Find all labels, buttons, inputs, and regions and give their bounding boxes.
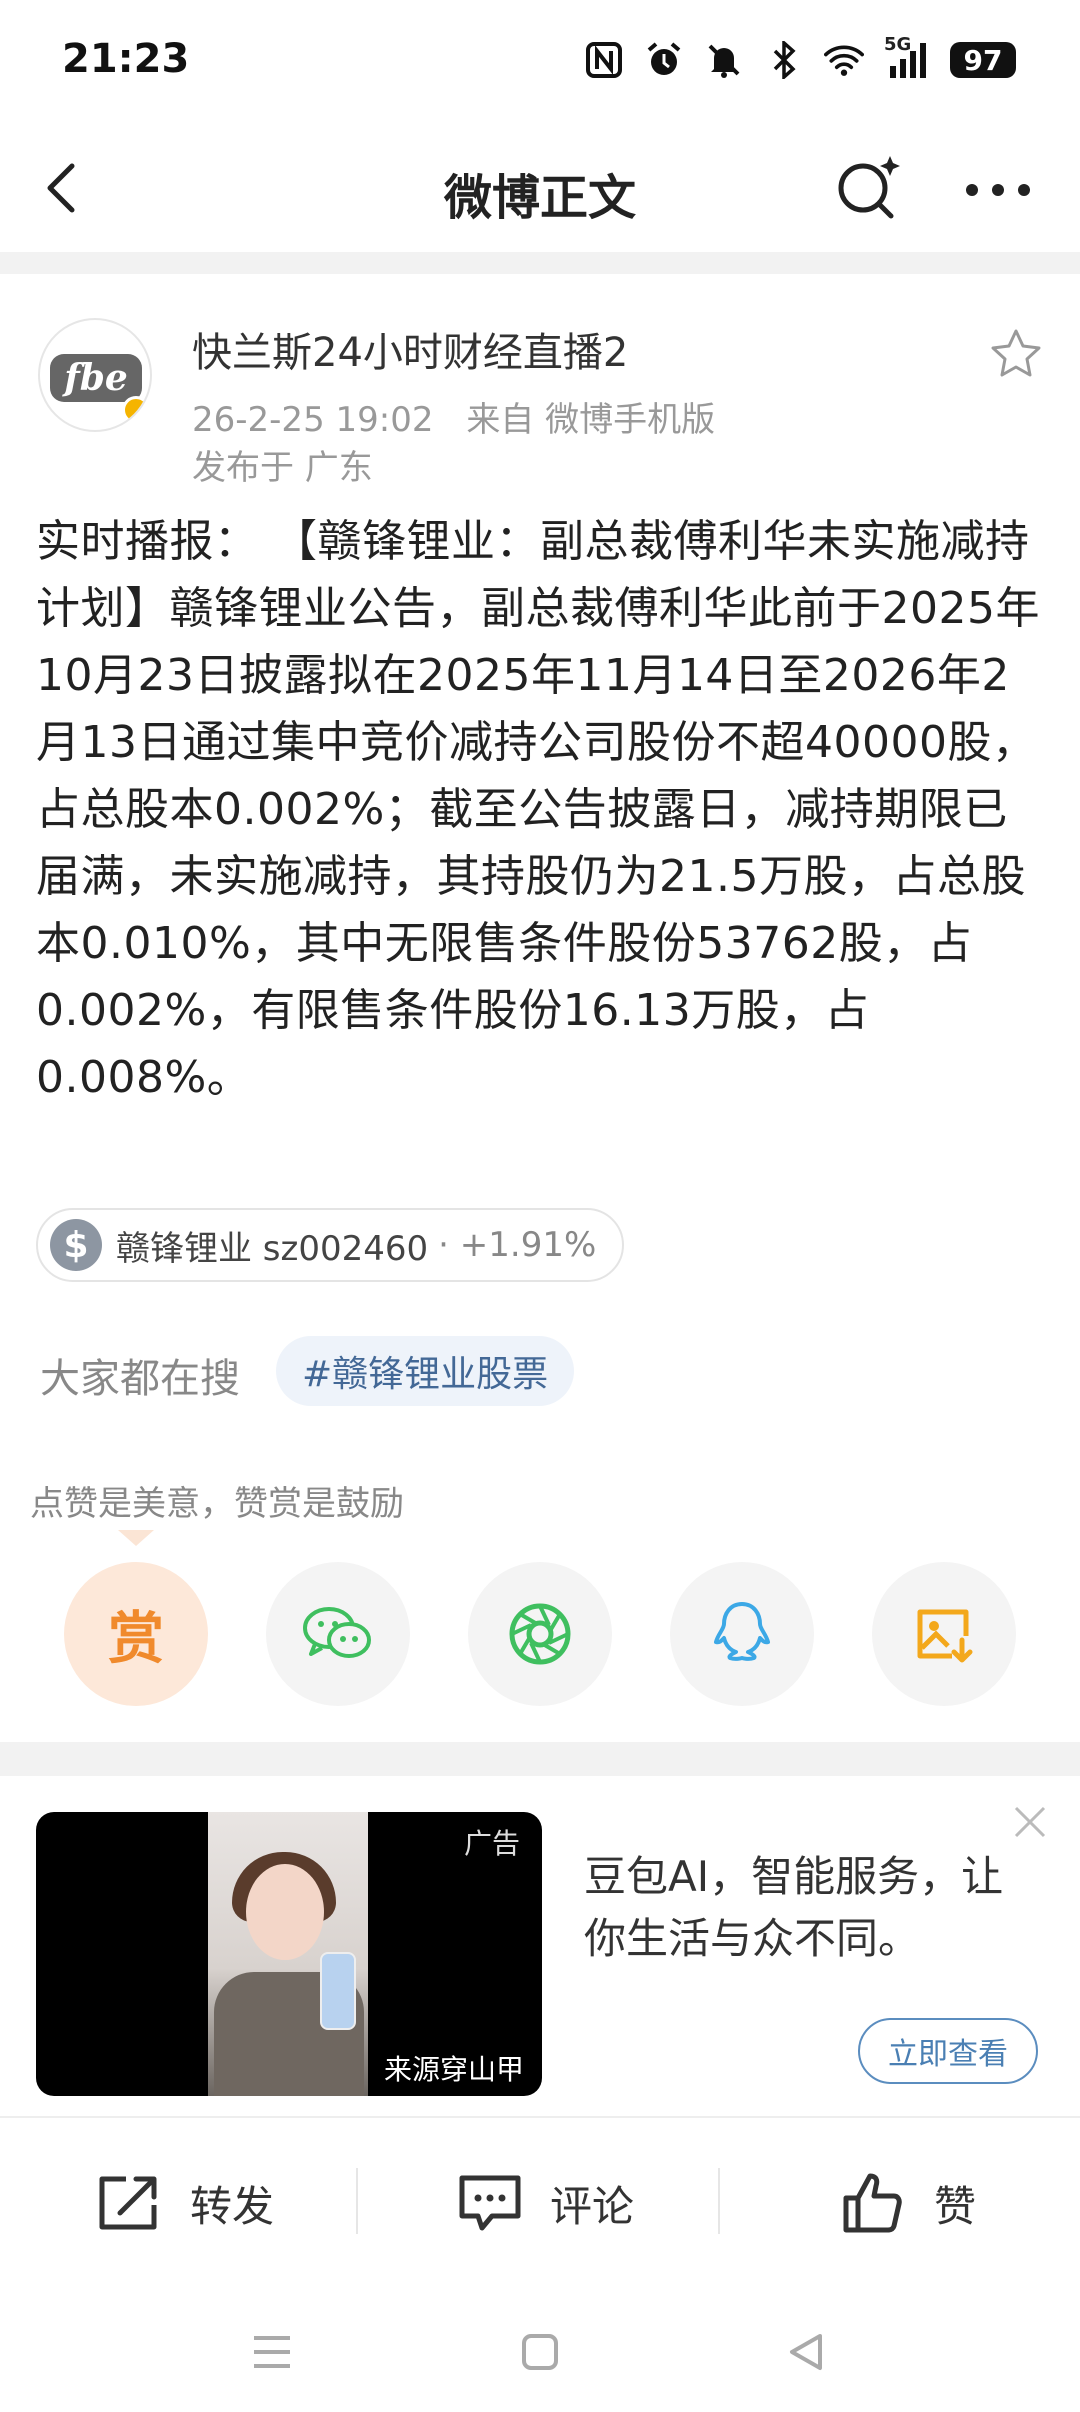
system-nav-bar: [0, 2284, 1080, 2412]
nav-bar: 微博正文: [0, 120, 1080, 252]
ad-photo-phone: [320, 1952, 356, 2030]
ad-image[interactable]: 广告 来源穿山甲: [36, 1812, 542, 2096]
wechat-icon: [303, 1607, 371, 1658]
ad-cta-button[interactable]: 立即查看: [858, 2018, 1038, 2084]
action-bar: 转发 评论 赞: [0, 2116, 1080, 2284]
bluetooth-icon: [764, 40, 804, 80]
status-bar: 21:23 5G 97: [0, 0, 1080, 120]
stock-name: 赣锋锂业 sz002460: [116, 1228, 429, 1269]
favorite-star-icon[interactable]: [988, 326, 1044, 382]
moments-aperture-icon: [509, 1603, 571, 1665]
ad-photo-face: [246, 1864, 324, 1960]
comment-icon: [459, 2175, 521, 2231]
verified-badge-icon: [122, 396, 150, 424]
ad-text[interactable]: 豆包AI，智能服务，让你生活与众不同。: [584, 1846, 1044, 1970]
qq-penguin-icon: [714, 1602, 770, 1661]
page-title: 微博正文: [443, 170, 636, 226]
network-type-label: 5G: [884, 34, 912, 55]
reward-label: 赏: [108, 1606, 164, 1672]
recent-apps-icon[interactable]: [242, 2322, 302, 2382]
home-icon[interactable]: [510, 2322, 570, 2382]
repost-label: 转发: [190, 2181, 275, 2231]
author-avatar[interactable]: fbe: [38, 318, 152, 432]
reward-tip: 点赞是美意，赞赏是鼓励: [30, 1484, 404, 1524]
save-image-icon: [917, 1609, 973, 1663]
nfc-icon: [584, 40, 624, 80]
share-wechat-button[interactable]: [266, 1562, 410, 1706]
stock-chip[interactable]: $ 赣锋锂业 sz002460 · +1.91%: [36, 1208, 625, 1282]
search-sparkle-icon[interactable]: [830, 150, 906, 226]
share-qq-button[interactable]: [670, 1562, 814, 1706]
back-nav-icon[interactable]: [776, 2322, 836, 2382]
action-separator: [356, 2168, 358, 2234]
hot-search-label: 大家都在搜: [40, 1356, 240, 1402]
comment-label: 评论: [550, 2181, 635, 2231]
author-name[interactable]: 快兰斯24小时财经直播2: [192, 320, 628, 378]
mute-icon: [704, 40, 744, 80]
avatar-logo-text: fbe: [50, 354, 142, 402]
close-icon[interactable]: [1008, 1800, 1052, 1844]
reward-tip-arrow: [118, 1530, 154, 1546]
share-moments-button[interactable]: [468, 1562, 612, 1706]
thumbs-up-icon: [843, 2173, 902, 2233]
repost-button[interactable]: 转发: [96, 2168, 274, 2238]
save-image-button[interactable]: [872, 1562, 1016, 1706]
section-divider: [0, 1742, 1080, 1776]
post-meta: 26-2-25 19:02 来自 微博手机版: [192, 392, 715, 441]
post-source: 来自 微博手机版: [466, 400, 716, 440]
action-separator: [718, 2168, 720, 2234]
alarm-icon: [644, 40, 684, 80]
more-dots-icon[interactable]: [958, 160, 1038, 220]
status-time: 21:23: [62, 36, 190, 82]
ad-mark: 广告: [463, 1827, 520, 1860]
like-label: 赞: [934, 2181, 977, 2231]
status-icons: 5G 97: [584, 34, 1016, 82]
wifi-icon: [824, 40, 864, 80]
section-divider: [0, 252, 1080, 274]
battery-icon: 97: [950, 42, 1016, 78]
post-time: 26-2-25 19:02: [192, 400, 434, 440]
signal-icon: 5G: [884, 34, 930, 80]
dollar-icon: $: [50, 1219, 102, 1271]
comment-button[interactable]: 评论: [456, 2168, 634, 2238]
post-body: 实时播报： 【赣锋锂业：副总裁傅利华未实施减持计划】赣锋锂业公告，副总裁傅利华此…: [36, 516, 1040, 1103]
ad-source: 来源穿山甲: [383, 2053, 524, 2086]
stock-change: · +1.91%: [438, 1225, 597, 1265]
reward-button[interactable]: 赏: [64, 1562, 208, 1706]
like-button[interactable]: 赞: [840, 2168, 976, 2238]
repost-icon: [99, 2176, 157, 2230]
hot-search-tag[interactable]: #赣锋锂业股票: [276, 1336, 575, 1406]
post-location: 发布于 广东: [192, 448, 373, 488]
